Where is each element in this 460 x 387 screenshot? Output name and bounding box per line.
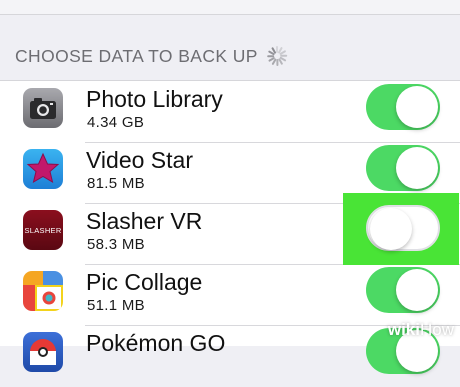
app-size: 81.5 MB [87, 175, 145, 192]
slasher-icon-text: SLASHER [24, 225, 62, 235]
app-name: Pokémon GO [86, 330, 226, 356]
loading-spinner-icon [266, 45, 288, 67]
app-name: Photo Library [86, 86, 223, 112]
wikihow-watermark: wikiHow [388, 320, 454, 340]
list-item-pic-collage: Pic Collage 51.1 MB [0, 264, 460, 326]
app-name: Video Star [86, 147, 193, 173]
app-size: 51.1 MB [87, 297, 145, 314]
section-header: CHOOSE DATA TO BACK UP [15, 44, 288, 68]
app-name: Slasher VR [86, 208, 203, 234]
slasher-vr-icon: SLASHER [23, 210, 63, 250]
watermark-bold: wiki [387, 320, 420, 339]
top-divider [0, 0, 460, 15]
list-item-photo-library: Photo Library 4.34 GB [0, 81, 460, 143]
pic-collage-icon [23, 271, 63, 311]
app-name: Pic Collage [86, 269, 203, 295]
section-header-label: CHOOSE DATA TO BACK UP [15, 45, 258, 66]
spinner-spoke [275, 59, 279, 66]
photo-library-toggle[interactable] [366, 84, 440, 130]
app-size: 4.34 GB [87, 114, 145, 131]
toggle-knob [370, 208, 412, 250]
highlight-box [343, 193, 459, 265]
camera-icon [23, 88, 63, 128]
pic-collage-toggle[interactable] [366, 267, 440, 313]
toggle-knob [396, 86, 438, 128]
toggle-knob [396, 147, 438, 189]
slasher-vr-toggle[interactable] [366, 205, 440, 251]
star-icon [23, 149, 63, 189]
toggle-knob [396, 269, 438, 311]
watermark-light: How [419, 320, 454, 339]
pokeball-icon [23, 332, 63, 372]
video-star-toggle[interactable] [366, 145, 440, 191]
app-size: 58.3 MB [87, 236, 145, 253]
